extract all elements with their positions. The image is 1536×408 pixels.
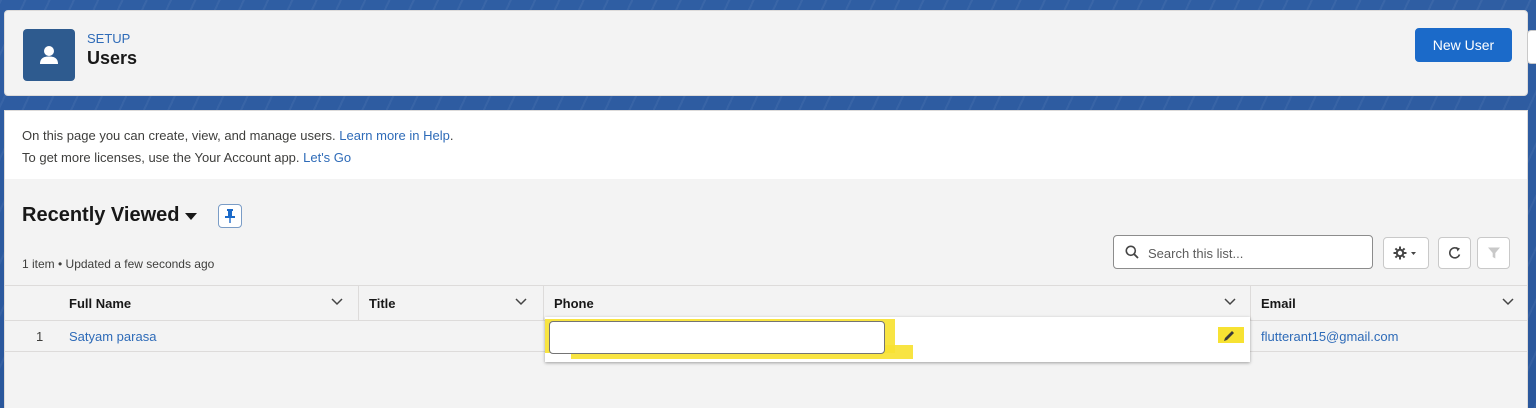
filter-button[interactable] [1477,237,1510,269]
search-icon [1125,245,1139,259]
search-input[interactable] [1146,242,1370,264]
chevron-down-icon[interactable] [515,298,527,306]
pin-icon [225,209,235,223]
column-header-phone[interactable]: Phone [554,286,1246,320]
row-number: 1 [36,328,44,344]
breadcrumb: SETUP [87,31,131,46]
phone-input[interactable] [549,321,885,354]
filter-icon [1487,247,1500,259]
column-label: Title [369,295,396,311]
gear-icon [1393,246,1416,260]
column-label: Full Name [69,295,132,311]
lets-go-link[interactable]: Let's Go [303,150,351,165]
main-card: On this page you can create, view, and m… [4,110,1528,408]
info-period: . [449,128,454,143]
column-label: Email [1261,295,1296,311]
column-divider[interactable] [1250,286,1251,320]
table-header: Full Name Title Phone Email [5,285,1527,321]
chevron-down-icon[interactable] [1224,298,1236,306]
email-link[interactable]: flutterant15@gmail.com [1261,321,1398,351]
column-divider[interactable] [543,286,544,320]
column-header-full-name[interactable]: Full Name [69,286,357,320]
chevron-down-icon[interactable] [1502,298,1514,306]
page-title: Users [87,48,138,68]
chevron-down-icon[interactable] [331,298,343,306]
user-icon [23,29,75,81]
info-text: To get more licenses, use the Your Accou… [22,150,304,165]
info-box: On this page you can create, view, and m… [5,111,1527,179]
column-header-email[interactable]: Email [1261,286,1521,320]
list-settings-button[interactable] [1383,237,1429,269]
pin-button[interactable] [218,204,242,228]
new-user-button[interactable]: New User [1415,28,1512,62]
refresh-button[interactable] [1438,237,1471,269]
phone-inline-editor [545,317,1250,362]
chevron-down-icon[interactable] [185,213,197,220]
search-box[interactable] [1113,235,1373,269]
column-divider[interactable] [358,286,359,320]
column-header-title[interactable]: Title [369,286,539,320]
info-line-help: On this page you can create, view, and m… [22,128,453,143]
header-edge-button[interactable] [1527,30,1536,64]
list-view-title[interactable]: Recently Viewed [22,204,179,227]
column-label: Phone [554,295,594,311]
help-link[interactable]: Learn more in Help [339,128,450,143]
info-line-licenses: To get more licenses, use the Your Accou… [22,150,351,165]
page-header: SETUP Users New User [4,10,1536,96]
info-text: On this page you can create, view, and m… [22,128,340,143]
list-meta: 1 item • Updated a few seconds ago [22,257,215,271]
pencil-icon[interactable] [1222,329,1236,343]
full-name-link[interactable]: Satyam parasa [69,321,156,351]
refresh-icon [1448,247,1460,259]
